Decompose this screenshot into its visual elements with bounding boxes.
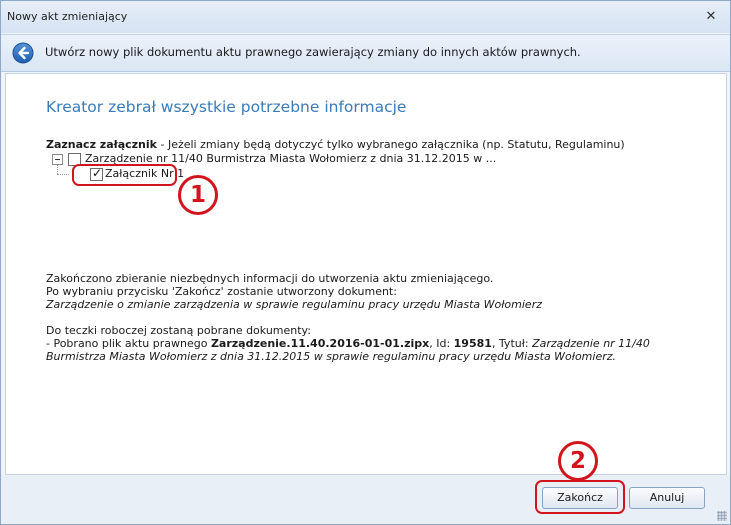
download-file: Zarządzenie.11.40.2016-01-01.zipx: [210, 337, 430, 350]
wizard-header: Utwórz nowy plik dokumentu aktu prawnego…: [1, 34, 730, 72]
download-block: Do teczki roboczej zostaną pobrane dokum…: [46, 324, 706, 363]
wizard-content: Kreator zebrał wszystkie potrzebne infor…: [5, 73, 727, 475]
download-detail: - Pobrano plik aktu prawnego Zarządzenie…: [46, 337, 650, 363]
attachment-label: Zaznacz załącznik: [46, 138, 157, 151]
tree-connector: [57, 165, 58, 174]
collapse-icon[interactable]: [52, 154, 63, 165]
summary-block: Zakończono zbieranie niezbędnych informa…: [46, 272, 706, 311]
attachment-hint: - Jeżeli zmiany będą dotyczyć tylko wybr…: [156, 138, 625, 151]
resize-grip-icon[interactable]: [717, 511, 727, 521]
step-marker-2: 2: [558, 441, 598, 481]
download-id: 19581: [453, 337, 492, 350]
download-intro: Do teczki roboczej zostaną pobrane dokum…: [46, 324, 311, 337]
summary-line: Zakończono zbieranie niezbędnych informa…: [46, 272, 494, 285]
cancel-button[interactable]: Anuluj: [629, 487, 705, 509]
highlight-box-finish: [535, 480, 625, 514]
title-bar: Nowy akt zmieniający ✕: [1, 1, 730, 33]
back-arrow-icon[interactable]: [12, 42, 34, 64]
dialog-window: Nowy akt zmieniający ✕ Utwórz nowy plik …: [0, 0, 731, 525]
page-heading: Kreator zebrał wszystkie potrzebne infor…: [46, 98, 407, 116]
document-title: Zarządzenie o zmianie zarządzenia w spra…: [46, 298, 542, 311]
attachment-instruction: Zaznacz załącznik - Jeżeli zmiany będą d…: [46, 138, 625, 151]
highlight-box-attachment: [72, 164, 177, 186]
tree-connector: [57, 174, 69, 175]
close-icon[interactable]: ✕: [704, 10, 718, 24]
step-marker-1: 1: [178, 175, 218, 215]
header-text: Utwórz nowy plik dokumentu aktu prawnego…: [45, 45, 581, 59]
window-title: Nowy akt zmieniający: [7, 10, 128, 23]
summary-line: Po wybraniu przycisku 'Zakończ' zostanie…: [46, 285, 397, 298]
